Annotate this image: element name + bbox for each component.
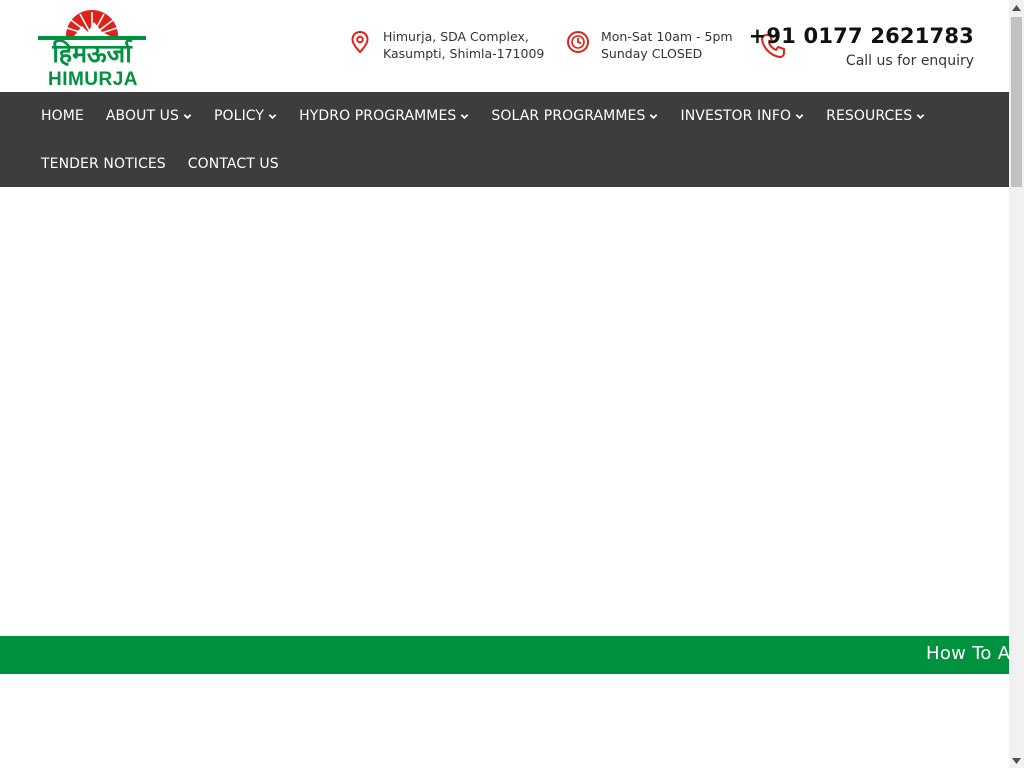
hours-line-2: Sunday CLOSED bbox=[601, 46, 703, 61]
location-pin-icon bbox=[348, 30, 372, 54]
nav-item-tender-notices[interactable]: TENDER NOTICES bbox=[30, 140, 177, 188]
hero-slider-area bbox=[0, 187, 1009, 636]
chevron-down-icon bbox=[917, 113, 925, 119]
nav-item-label: HYDRO PROGRAMMES bbox=[299, 108, 457, 124]
vertical-scrollbar[interactable] bbox=[1009, 0, 1024, 768]
scrollbar-thumb[interactable] bbox=[1011, 17, 1022, 187]
nav-item-resources[interactable]: RESOURCES bbox=[815, 92, 936, 140]
clock-icon bbox=[566, 30, 590, 54]
chevron-down-icon bbox=[650, 113, 658, 119]
main-nav: HOME ABOUT US POLICY HYDRO PROGRAMMES SOLAR … bbox=[0, 92, 1009, 187]
nav-item-label: INVESTOR INFO bbox=[680, 108, 792, 124]
nav-row-primary: HOME ABOUT US POLICY HYDRO PROGRAMMES SOLAR … bbox=[30, 92, 936, 140]
scroll-down-arrow-icon[interactable] bbox=[1009, 753, 1024, 768]
nav-item-label: RESOURCES bbox=[826, 108, 913, 124]
logo-english-text: HIMURJA bbox=[48, 69, 138, 88]
scroll-up-arrow-icon[interactable] bbox=[1009, 0, 1024, 15]
chevron-down-icon bbox=[795, 113, 804, 119]
hours-block: Mon-Sat 10am - 5pm Sunday CLOSED bbox=[566, 28, 733, 62]
contact-block: +91 0177 2621783 Call us for enquiry bbox=[749, 22, 974, 71]
site-header: हिमऊर्जा HIMURJA Himurja, SDA Complex, K… bbox=[0, 0, 1009, 92]
nav-item-contact-us[interactable]: CONTACT US bbox=[177, 140, 290, 188]
nav-item-label: POLICY bbox=[214, 108, 265, 124]
ticker-text[interactable]: How To A bbox=[926, 643, 1009, 664]
hours-line-1: Mon-Sat 10am - 5pm bbox=[601, 29, 733, 44]
nav-item-home[interactable]: HOME bbox=[30, 92, 95, 140]
page: हिमऊर्जा HIMURJA Himurja, SDA Complex, K… bbox=[0, 0, 1009, 768]
himurja-logo[interactable]: हिमऊर्जा HIMURJA bbox=[36, 6, 148, 88]
nav-item-label: HOME bbox=[41, 108, 84, 124]
enquiry-caption: Call us for enquiry bbox=[845, 53, 974, 69]
chevron-down-icon bbox=[461, 113, 469, 119]
nav-item-hydro-programmes[interactable]: HYDRO PROGRAMMES bbox=[288, 92, 480, 140]
nav-item-about-us[interactable]: ABOUT US bbox=[95, 92, 203, 140]
nav-item-policy[interactable]: POLICY bbox=[203, 92, 288, 140]
news-ticker: How To A bbox=[0, 636, 1009, 674]
address-line-2: Kasumpti, Shimla-171009 bbox=[383, 46, 545, 61]
nav-row-secondary: TENDER NOTICES CONTACT US bbox=[30, 140, 290, 188]
logo-hindi-text: हिमऊर्जा bbox=[51, 39, 133, 68]
nav-item-label: TENDER NOTICES bbox=[41, 156, 166, 172]
chevron-down-icon bbox=[268, 113, 277, 119]
logo-graphic: हिमऊर्जा HIMURJA bbox=[38, 10, 146, 88]
sun-icon bbox=[66, 10, 118, 37]
phone-number[interactable]: +91 0177 2621783 bbox=[749, 22, 974, 50]
nav-item-label: SOLAR PROGRAMMES bbox=[491, 108, 646, 124]
nav-item-solar-programmes[interactable]: SOLAR PROGRAMMES bbox=[480, 92, 669, 140]
nav-item-label: CONTACT US bbox=[187, 156, 279, 172]
chevron-down-icon bbox=[183, 113, 192, 119]
address-line-1: Himurja, SDA Complex, bbox=[383, 29, 529, 44]
nav-item-investor-info[interactable]: INVESTOR INFO bbox=[669, 92, 815, 140]
address-block: Himurja, SDA Complex, Kasumpti, Shimla-1… bbox=[348, 28, 544, 62]
nav-item-label: ABOUT US bbox=[105, 108, 180, 124]
